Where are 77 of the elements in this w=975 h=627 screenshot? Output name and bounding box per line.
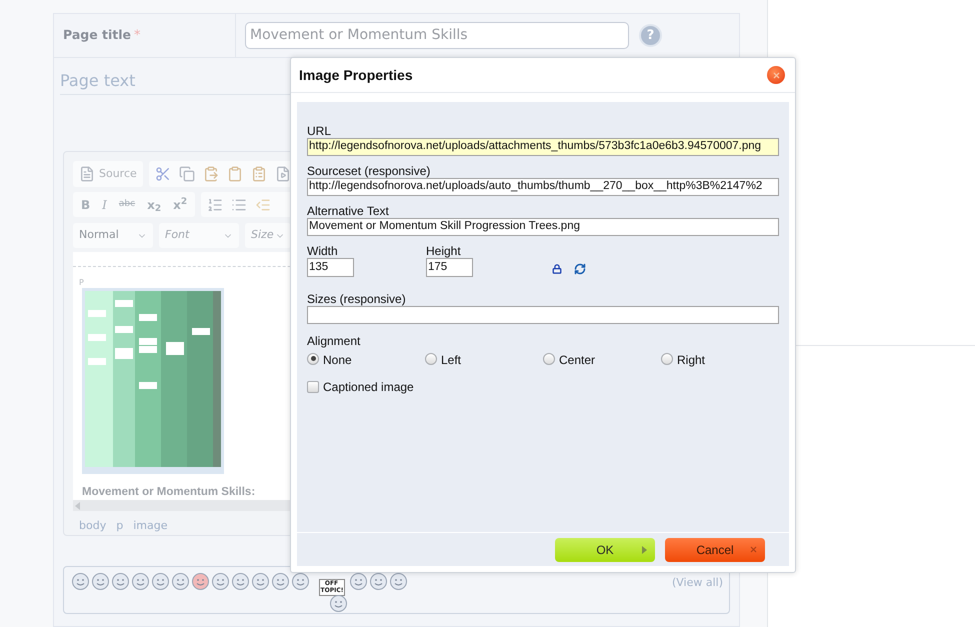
path-link[interactable]: p xyxy=(116,518,124,534)
bullet-list-icon[interactable] xyxy=(231,196,248,212)
smiley-icon[interactable] xyxy=(330,595,347,612)
radio-label: Right xyxy=(677,352,706,369)
smiley-icon[interactable] xyxy=(152,573,169,590)
dialog-title: Image Properties xyxy=(299,66,413,85)
ok-button[interactable]: OK xyxy=(555,538,655,562)
checkbox-label: Captioned image xyxy=(323,379,414,396)
close-icon xyxy=(772,72,780,78)
source-button[interactable]: Source xyxy=(73,161,143,187)
width-field[interactable]: 135 xyxy=(307,258,354,277)
text-field[interactable]: Movement or Momentum Skill Progression Trees.png xyxy=(307,218,779,236)
field-label: Page title xyxy=(63,26,132,44)
smiley-icon[interactable] xyxy=(350,573,367,590)
radio-button[interactable] xyxy=(425,352,437,364)
smiley-icon[interactable] xyxy=(112,573,129,590)
copy-icon[interactable] xyxy=(178,166,195,182)
text-field[interactable] xyxy=(307,306,779,324)
radio-label: Center xyxy=(559,352,596,369)
close-button[interactable] xyxy=(767,66,785,84)
template-icon[interactable] xyxy=(274,166,291,182)
content-heading: Movement or Momentum Skills: xyxy=(82,485,256,500)
field-label: Alternative Text xyxy=(307,204,390,218)
clipboard-icon[interactable] xyxy=(250,166,267,182)
smiley-icon[interactable] xyxy=(212,573,229,590)
field-label: Sizes (responsive) xyxy=(307,292,407,306)
height-field[interactable]: 175 xyxy=(426,258,473,277)
field-label: Sourceset (responsive) xyxy=(307,164,432,178)
field-label: Alignment xyxy=(307,334,362,348)
numbered-list-icon[interactable] xyxy=(207,196,224,212)
smiley-icon[interactable] xyxy=(252,573,269,590)
radio-button[interactable] xyxy=(307,352,319,364)
format-button[interactable]: abc xyxy=(114,198,140,212)
smiley-icon[interactable] xyxy=(390,573,407,590)
radio-button[interactable] xyxy=(661,352,673,364)
title-input[interactable]: Movement or Momentum Skills xyxy=(245,22,629,49)
smiley-icon[interactable] xyxy=(232,573,249,590)
radio-label: None xyxy=(323,352,352,369)
help-button[interactable]: ? xyxy=(639,24,662,47)
format-button[interactable]: x$_{2}$ xyxy=(143,196,166,214)
smiley-icon[interactable] xyxy=(292,573,309,590)
path-link[interactable]: image xyxy=(133,518,168,534)
format-button[interactable]: I xyxy=(98,196,111,214)
field-label: Width xyxy=(307,244,339,258)
required-mark: * xyxy=(134,26,141,45)
format-dropdown[interactable]: Size xyxy=(245,223,291,248)
format-button[interactable]: x$^{2}$ xyxy=(169,196,192,214)
view-all-link[interactable]: (View all) xyxy=(672,575,723,592)
lock-icon[interactable] xyxy=(552,264,562,274)
format-button[interactable]: B xyxy=(77,196,94,214)
clipboard-icon[interactable] xyxy=(226,166,243,182)
smiley-icon[interactable] xyxy=(192,573,209,590)
cancel-button[interactable]: Cancel xyxy=(665,538,765,562)
field-label: Height xyxy=(426,244,462,258)
smiley-icon[interactable] xyxy=(72,573,89,590)
radio-label: Left xyxy=(441,352,462,369)
smiley-icon[interactable] xyxy=(132,573,149,590)
reset-icon[interactable] xyxy=(574,263,586,275)
arrow-icon xyxy=(642,546,647,554)
smiley-icon[interactable] xyxy=(172,573,189,590)
document-icon xyxy=(79,166,95,182)
text-field[interactable]: http://legendsofnorova.net/uploads/auto_thumbs/thumb__270__box__http%3B%2147%2 xyxy=(307,178,779,196)
checkbox[interactable] xyxy=(307,380,319,392)
field-label: URL xyxy=(307,124,332,138)
close-icon xyxy=(750,546,757,553)
cut-icon[interactable] xyxy=(154,166,171,182)
section-heading: Page text xyxy=(60,71,136,90)
smiley-icon[interactable] xyxy=(370,573,387,590)
paste-icon[interactable] xyxy=(202,166,219,182)
path-link[interactable]: body xyxy=(79,518,106,534)
format-dropdown[interactable]: Font xyxy=(159,223,239,248)
text-field[interactable]: http://legendsofnorova.net/uploads/attachments_thumbs/573b3fc1a0e6b3.94570007.png xyxy=(307,138,779,156)
smiley-icon[interactable] xyxy=(92,573,109,590)
block-marker: P xyxy=(79,278,84,287)
format-dropdown[interactable]: Normal xyxy=(73,223,153,248)
smiley-icon[interactable] xyxy=(272,573,289,590)
radio-button[interactable] xyxy=(543,352,555,364)
